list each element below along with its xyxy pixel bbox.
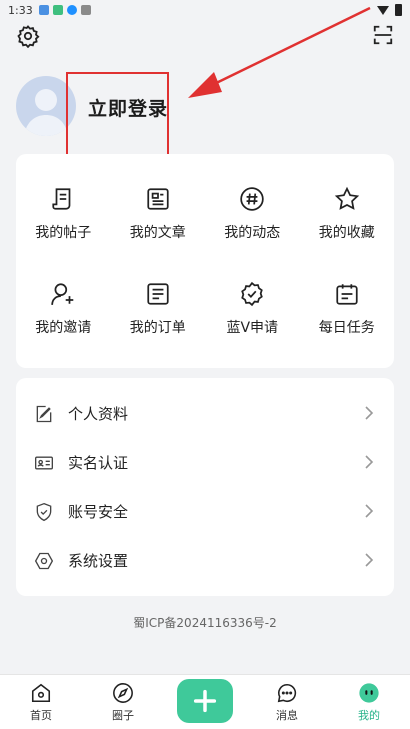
create-post-button[interactable] (177, 679, 233, 723)
grid-item-label: 我的收藏 (318, 224, 375, 241)
bottom-nav: 首页 圈子 消息 我的 (0, 674, 410, 729)
nav-item-messages[interactable]: 消息 (246, 675, 328, 729)
settings-list-card: 个人资料 实名认证 账号安全 系统设置 (16, 378, 394, 596)
status-time: 1:33 (8, 3, 33, 17)
list-item-security[interactable]: 账号安全 (16, 487, 394, 536)
grid-item-activity[interactable]: 我的动态 (205, 166, 300, 261)
grid-item-label: 我的文章 (129, 224, 186, 241)
nav-item-me[interactable]: 我的 (328, 675, 410, 729)
me-icon (359, 682, 379, 703)
chevron-right-icon (365, 553, 374, 567)
grid-item-label: 蓝V申请 (226, 319, 279, 336)
notification-icon (38, 5, 49, 15)
grid-item-articles[interactable]: 我的文章 (111, 166, 206, 261)
star-icon (334, 186, 359, 210)
list-item-profile[interactable]: 个人资料 (16, 389, 394, 438)
chevron-right-icon (365, 504, 374, 518)
list-item-label: 系统设置 (68, 552, 129, 570)
grid-item-invites[interactable]: 我的邀请 (16, 261, 111, 356)
add-user-icon (51, 282, 74, 305)
order-icon (147, 282, 169, 305)
list-item-label: 账号安全 (68, 503, 129, 521)
plus-icon (193, 689, 217, 713)
verified-badge-icon (241, 281, 264, 306)
grid-item-label: 我的邀请 (35, 319, 92, 336)
list-item-system-settings[interactable]: 系统设置 (16, 536, 394, 585)
grid-item-daily-tasks[interactable]: 每日任务 (300, 261, 395, 356)
grid-item-orders[interactable]: 我的订单 (111, 261, 206, 356)
gear-icon[interactable] (16, 24, 40, 48)
nav-item-home[interactable]: 首页 (0, 675, 82, 729)
id-card-icon (35, 456, 53, 469)
edit-doc-icon (36, 405, 52, 422)
grid-item-label: 我的帖子 (35, 224, 92, 241)
grid-item-blue-v[interactable]: 蓝V申请 (205, 261, 300, 356)
chevron-right-icon (365, 455, 374, 469)
nav-item-circle[interactable]: 圈子 (82, 675, 164, 729)
shield-icon (36, 502, 52, 521)
compass-icon (113, 682, 133, 703)
grid-item-label: 每日任务 (318, 319, 375, 336)
list-item-label: 个人资料 (68, 405, 129, 423)
grid-item-posts[interactable]: 我的帖子 (16, 166, 111, 261)
calendar-icon (336, 283, 358, 305)
list-item-label: 实名认证 (68, 454, 129, 472)
nav-label: 消息 (276, 708, 298, 722)
home-icon (31, 683, 51, 702)
article-icon (147, 187, 169, 210)
hashtag-icon (240, 186, 264, 211)
feature-grid: 我的帖子 我的文章 我的动态 我的收藏 我的邀请 我的订单 蓝V申请 每日任务 (16, 154, 394, 356)
grid-item-label: 我的动态 (224, 224, 281, 241)
chevron-right-icon (365, 406, 374, 420)
notification-icon (52, 5, 63, 15)
icp-record[interactable]: 蜀ICP备2024116336号-2 (0, 614, 410, 631)
feature-grid-card: 我的帖子 我的文章 我的动态 我的收藏 我的邀请 我的订单 蓝V申请 每日任务 (16, 154, 394, 368)
annotation-arrow (188, 6, 371, 98)
scroll-icon (52, 187, 71, 210)
nav-item-create[interactable] (164, 675, 246, 729)
grid-item-favorites[interactable]: 我的收藏 (300, 166, 395, 261)
nav-label: 我的 (358, 708, 380, 722)
nav-label: 首页 (30, 708, 52, 722)
notification-icon (66, 5, 77, 15)
list-item-real-name[interactable]: 实名认证 (16, 438, 394, 487)
nav-label: 圈子 (112, 708, 134, 722)
notification-icon (80, 5, 91, 15)
chat-icon (277, 683, 297, 702)
hexagon-gear-icon (34, 552, 54, 569)
grid-item-label: 我的订单 (129, 319, 186, 336)
